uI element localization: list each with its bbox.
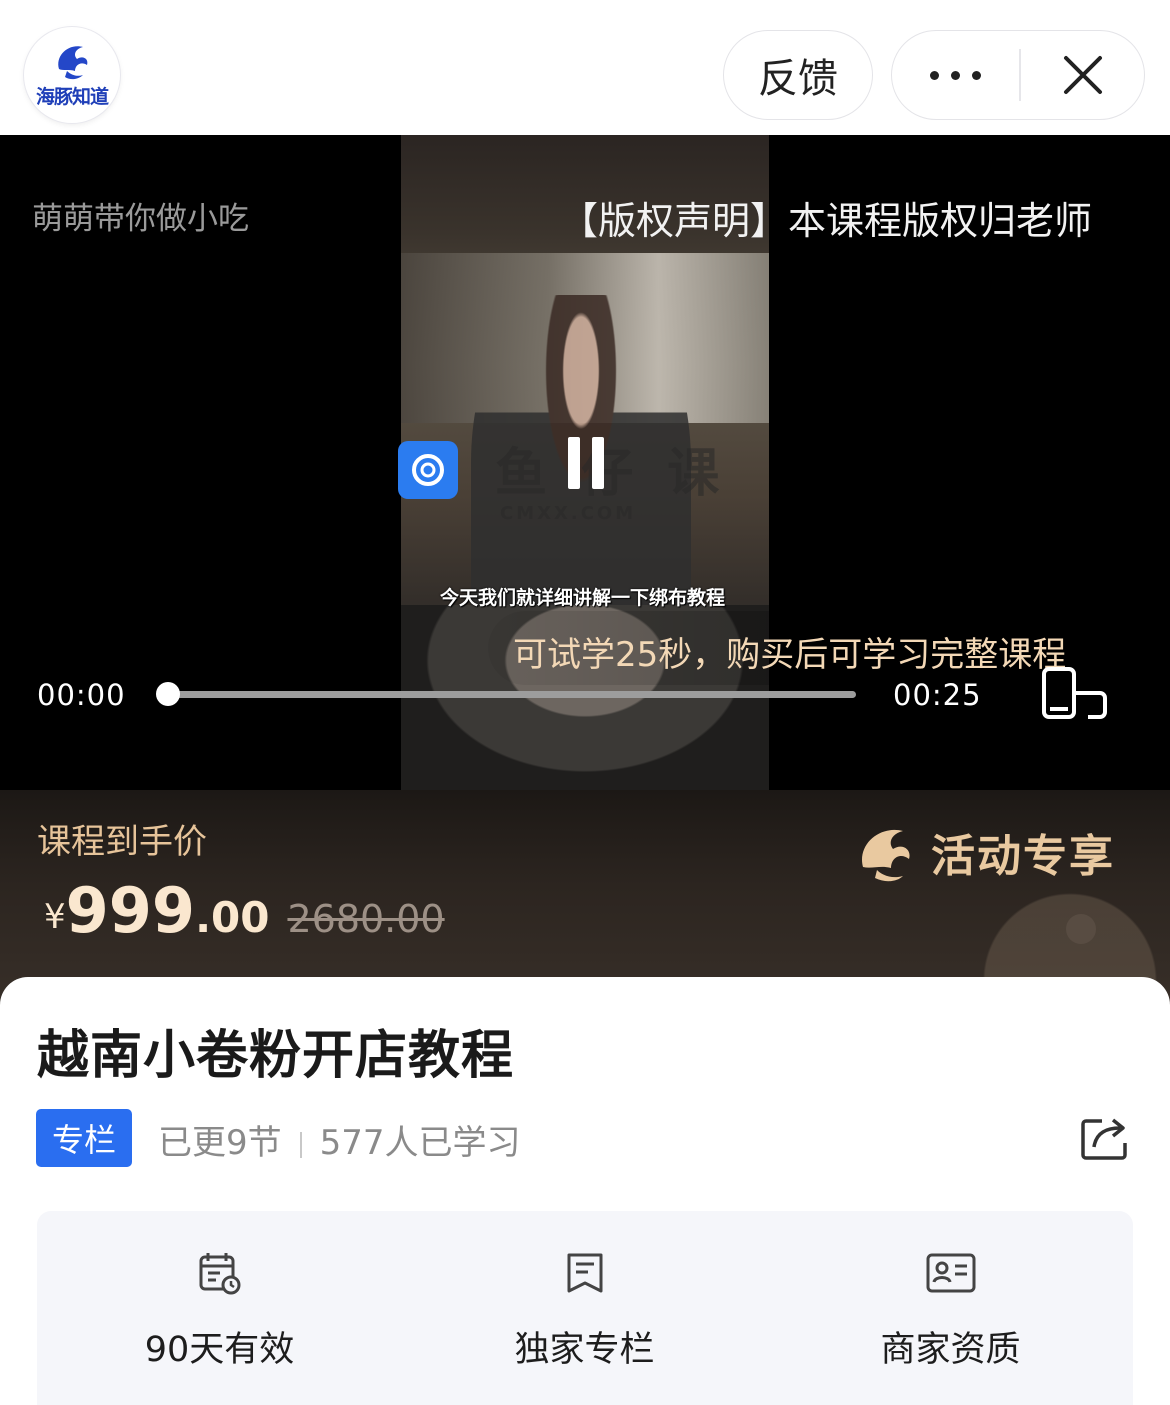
course-title: 越南小卷粉开店教程	[37, 1026, 515, 1086]
calendar-clock-icon	[199, 1253, 240, 1295]
feature-bar: 90天有效 独家专栏 商家资质	[37, 1211, 1133, 1405]
price-integer: 999	[65, 874, 196, 947]
rotate-fullscreen-icon[interactable]	[1040, 665, 1110, 725]
course-meta: 已更9节 577人已学习	[158, 1115, 521, 1164]
trial-tip-text: 可试学25秒，购买后可学习完整课程	[513, 635, 1067, 675]
copyright-notice: 【版权声明】本课程版权归老师	[560, 199, 1093, 243]
learner-count: 577人已学习	[319, 1123, 521, 1163]
progress-track[interactable]	[168, 691, 856, 698]
logo-text: 海豚知道	[35, 86, 109, 108]
updated-count: 已更9节	[158, 1123, 282, 1163]
video-player[interactable]: 鱼 仔 课 CMXX.COM 萌萌带你做小吃 【版权声明】本课程版权归老师 今天…	[0, 135, 1170, 790]
id-card-icon	[926, 1253, 975, 1293]
more-button[interactable]	[892, 31, 1018, 119]
total-time: 00:25	[893, 678, 982, 712]
top-bar: 海豚知道 反馈	[0, 0, 1170, 135]
meta-separator	[299, 1131, 302, 1158]
brand-logo[interactable]: 海豚知道	[24, 27, 120, 123]
price-decimal: .00	[195, 893, 270, 942]
channel-name: 萌萌带你做小吃	[32, 201, 249, 237]
banner-dot	[1066, 914, 1096, 944]
original-price: 2680.00	[287, 897, 445, 941]
current-time: 00:00	[37, 678, 126, 712]
feature-merchant[interactable]: 商家资质	[768, 1211, 1133, 1405]
feature-label: 独家专栏	[514, 1330, 655, 1370]
feature-exclusive[interactable]: 独家专栏	[402, 1211, 767, 1405]
feedback-button[interactable]: 反馈	[723, 30, 873, 120]
activity-label: 活动专享	[931, 831, 1115, 882]
close-button[interactable]	[1021, 31, 1145, 119]
pause-icon[interactable]	[566, 437, 606, 489]
watermark-subtext: CMXX.COM	[500, 503, 637, 524]
bookmark-doc-icon	[567, 1253, 602, 1293]
feature-validity[interactable]: 90天有效	[37, 1211, 402, 1405]
column-tag: 专栏	[36, 1109, 132, 1167]
more-dot	[950, 70, 960, 80]
watermark-logo-icon	[398, 441, 458, 499]
activity-badge: 活动专享	[855, 820, 1115, 884]
more-dots-icon	[929, 70, 939, 80]
trial-tip: 可试学25秒，购买后可学习完整课程	[488, 611, 1113, 685]
dolphin-activity-icon	[862, 829, 910, 882]
video-subtitle: 今天我们就详细讲解一下绑布教程	[440, 587, 726, 609]
share-icon[interactable]	[1080, 1115, 1130, 1161]
dolphin-logo-icon	[58, 46, 88, 80]
more-dot	[971, 70, 981, 80]
price-row: ¥999.00 2680.00	[44, 874, 445, 947]
progress-thumb[interactable]	[156, 682, 180, 706]
feature-label: 90天有效	[144, 1330, 295, 1370]
price-label: 课程到手价	[37, 822, 207, 862]
capsule-actions	[891, 30, 1145, 120]
course-card: 越南小卷粉开店教程 专栏 已更9节 577人已学习 90天有效 独家专栏 商家资…	[0, 977, 1170, 1405]
currency-symbol: ¥	[44, 897, 66, 937]
feature-label: 商家资质	[880, 1330, 1021, 1370]
watermark-text: 鱼 仔 课	[495, 444, 728, 504]
close-icon	[1064, 56, 1102, 94]
